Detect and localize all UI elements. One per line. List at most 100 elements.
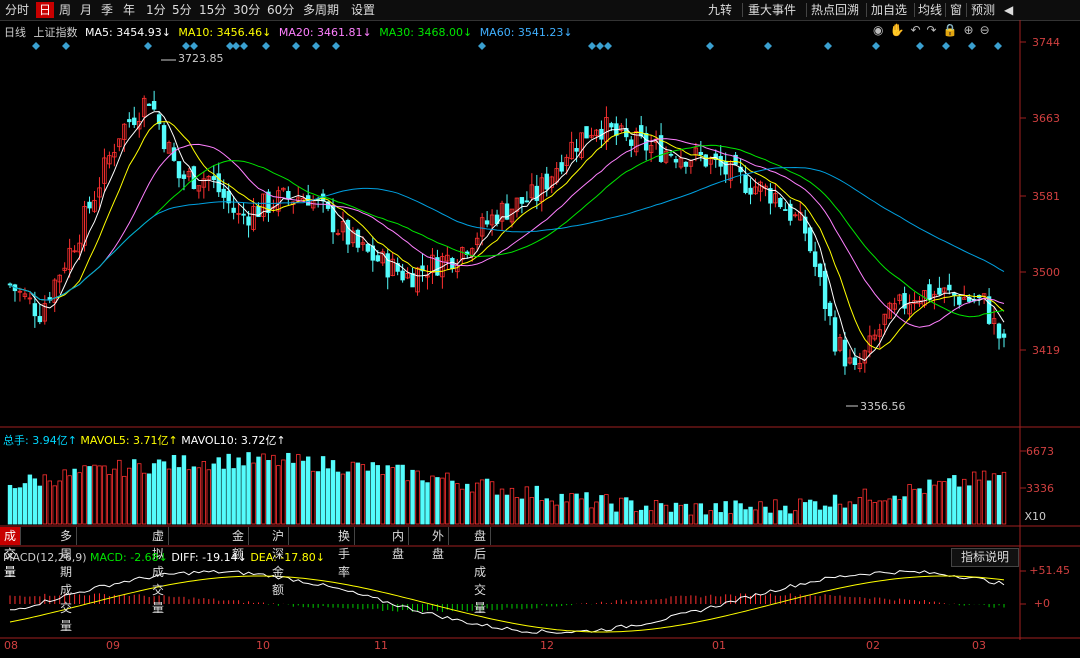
price-tick: 3744: [1032, 36, 1060, 49]
volume-bar: [360, 464, 366, 525]
candle-body: [400, 270, 405, 281]
event-diamond-icon: [872, 42, 880, 50]
event-diamond-icon: [232, 42, 240, 50]
volume-bar: [226, 453, 231, 525]
tab-inner-volume[interactable]: 内盘: [388, 527, 410, 561]
volume-bar: [678, 504, 684, 525]
eye-icon[interactable]: ◉: [873, 23, 883, 37]
volume-bar: [261, 453, 266, 525]
lock-icon[interactable]: 🔒: [943, 23, 958, 37]
indicator-explain-button[interactable]: 指标说明: [951, 548, 1019, 567]
candle-body: [181, 174, 187, 179]
volume-bar: [256, 456, 261, 525]
volume-bar: [132, 459, 137, 525]
tab-multi-period-volume[interactable]: 多周期成交量: [56, 527, 78, 633]
period-label: 日线: [4, 26, 26, 39]
volume-bar: [450, 480, 455, 525]
volume-bar: [375, 465, 380, 525]
price-tick: 3500: [1032, 266, 1060, 279]
tab-turnover[interactable]: 换手率: [334, 527, 356, 579]
candle-body: [559, 162, 564, 172]
candle-body: [783, 209, 788, 211]
volume-bar: [276, 465, 281, 525]
volume-bar: [62, 469, 67, 525]
volume-bar: [619, 497, 624, 525]
price-tick: 3419: [1032, 344, 1060, 357]
candle-body: [286, 191, 291, 199]
redo-icon[interactable]: ↷: [927, 23, 937, 37]
volume-bar: [798, 498, 803, 525]
volume-bar: [455, 483, 460, 525]
volume-bar: [673, 502, 679, 525]
tab-after-hours-volume[interactable]: 盘后成交量: [470, 527, 492, 615]
volume-bar: [996, 475, 1002, 525]
candle-body: [365, 243, 371, 252]
event-diamond-icon: [262, 42, 270, 50]
volume-bar: [286, 452, 291, 525]
volume-bar: [251, 462, 256, 525]
undo-icon[interactable]: ↶: [910, 23, 920, 37]
candle-body: [807, 227, 813, 252]
volume-bar: [315, 471, 321, 525]
tab-shsz-amount[interactable]: 沪深金额: [268, 527, 290, 597]
zoom-in-icon[interactable]: ⊕: [964, 23, 974, 37]
volume-bar: [569, 493, 574, 525]
volume-bar: [141, 472, 147, 525]
tab-virtual-volume[interactable]: 虚拟成交量: [148, 527, 170, 615]
candle-body: [748, 187, 753, 195]
candle-body: [176, 161, 182, 179]
volume-bar: [92, 464, 97, 525]
candle-body: [629, 139, 634, 146]
volume-bar: [912, 488, 917, 525]
volume-bar: [107, 474, 112, 525]
event-diamond-icon: [182, 42, 190, 50]
volume-bar: [390, 467, 395, 525]
index-name: 上证指数: [33, 26, 78, 39]
volume-bar: [310, 470, 316, 525]
hand-icon[interactable]: ✋: [889, 23, 904, 37]
event-diamond-icon: [62, 42, 70, 50]
volume-bar: [768, 512, 773, 525]
tab-amount[interactable]: 金额: [228, 527, 250, 561]
tab-outer-volume[interactable]: 外盘: [428, 527, 450, 561]
date-label: 09: [106, 639, 120, 652]
event-diamond-icon: [596, 42, 604, 50]
candle-body: [355, 229, 361, 248]
event-diamond-icon: [942, 42, 950, 50]
candle-body: [484, 220, 490, 225]
volume-bar: [72, 468, 77, 525]
volume-bar: [479, 479, 485, 525]
volume-bar: [822, 505, 828, 525]
volume-bar: [981, 470, 987, 525]
candle-body: [211, 176, 216, 181]
volume-bar: [892, 495, 897, 525]
tab-volume[interactable]: 成交量: [0, 527, 22, 579]
volume-bar: [57, 480, 62, 525]
volume-bar: [788, 513, 793, 525]
candle-body: [385, 253, 390, 278]
ma-info-bar: 日线 上证指数 MA5: 3454.93↓ MA10: 3456.46↓ MA2…: [4, 24, 577, 40]
volume-bar: [952, 475, 957, 525]
candle-body: [127, 119, 132, 123]
volume-bar: [847, 501, 853, 525]
volume-bar: [97, 465, 102, 525]
volume-bar: [395, 464, 400, 525]
volume-bar: [221, 468, 226, 525]
volume-bar: [499, 488, 505, 525]
volume-bar: [852, 504, 858, 525]
volume-bar: [793, 510, 798, 525]
volume-bar: [405, 480, 410, 525]
ma5-value: MA5: 3454.93↓: [85, 26, 171, 39]
volume-bar: [325, 468, 331, 525]
volume-bar: [345, 471, 351, 525]
volume-bar: [385, 465, 390, 525]
zoom-out-icon[interactable]: ⊖: [980, 23, 990, 37]
volume-bar: [688, 514, 694, 525]
volume-bar: [559, 493, 564, 525]
volume-bar: [415, 470, 420, 525]
event-diamond-icon: [824, 42, 832, 50]
volume-bar: [32, 478, 38, 525]
candle-body: [638, 125, 644, 137]
volume-bar: [927, 479, 932, 525]
volume-bar: [743, 509, 748, 525]
